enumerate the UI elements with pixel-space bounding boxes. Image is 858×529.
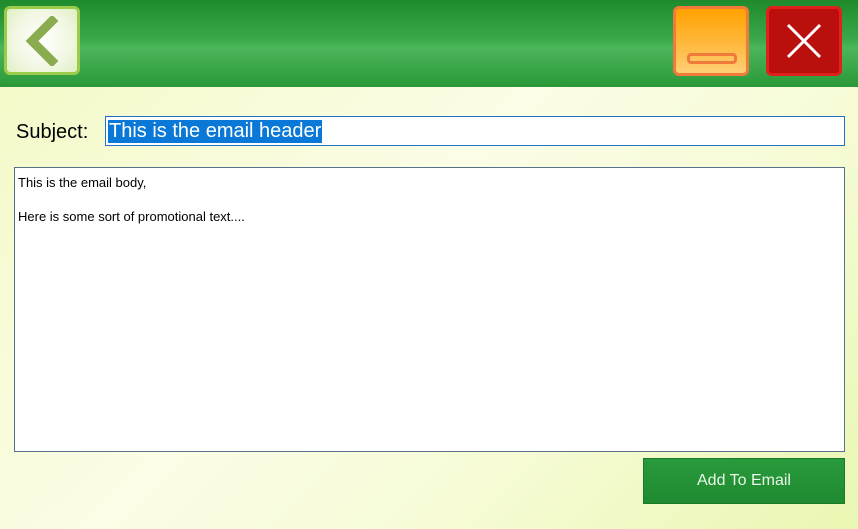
chevron-left-icon xyxy=(25,15,59,66)
minimize-button[interactable] xyxy=(673,6,749,76)
close-button[interactable] xyxy=(766,6,842,76)
subject-label: Subject: xyxy=(16,121,89,143)
title-bar xyxy=(0,0,858,87)
back-button[interactable] xyxy=(4,6,80,75)
body-line: Here is some sort of promotional text...… xyxy=(18,209,245,224)
body-line: This is the email body, xyxy=(18,175,147,190)
subject-input[interactable]: This is the email header xyxy=(105,116,845,146)
add-to-email-button[interactable]: Add To Email xyxy=(643,458,845,504)
close-icon xyxy=(786,23,822,59)
minimize-icon xyxy=(687,53,737,64)
email-body-textarea[interactable]: This is the email body, Here is some sor… xyxy=(14,167,845,452)
subject-value: This is the email header xyxy=(108,119,323,143)
